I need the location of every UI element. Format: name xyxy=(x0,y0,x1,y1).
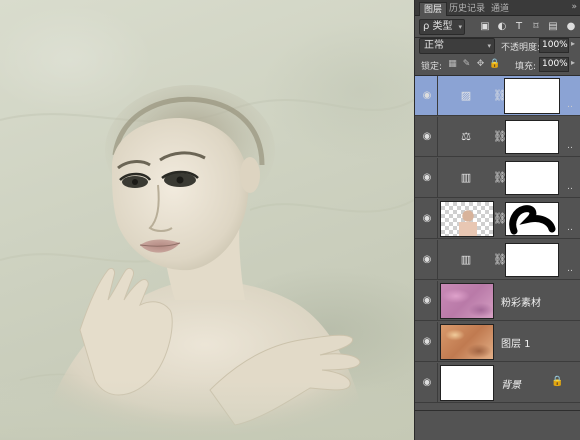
smart-object-filter-icon[interactable]: ▤ xyxy=(547,21,559,33)
more-icon: ‥ xyxy=(567,264,574,274)
eye-icon[interactable]: ◉ xyxy=(421,377,433,389)
panel-tabbar: 图层 历史记录 通道 » xyxy=(415,0,580,16)
mask-shape xyxy=(509,205,556,235)
image-filter-icon[interactable]: ▣ xyxy=(479,21,491,33)
chevron-down-icon: ▾ xyxy=(487,42,491,50)
filter-row: ρ 类型 ▾ ▣ ◐ T ⌑ ▤ ● xyxy=(415,17,580,37)
tab-history[interactable]: 历史记录 xyxy=(445,2,489,16)
chevron-down-icon: ▾ xyxy=(458,23,462,31)
eye-icon[interactable]: ◉ xyxy=(421,131,433,143)
layers-panel: 图层 历史记录 通道 » ρ 类型 ▾ ▣ ◐ T ⌑ ▤ ● 正常 ▾ 不透明… xyxy=(414,0,580,440)
layer-name: 图层 1 xyxy=(501,339,531,350)
portrait-artwork xyxy=(0,85,414,440)
divider xyxy=(437,281,438,321)
eye-icon[interactable]: ◉ xyxy=(421,172,433,184)
more-icon: ‥ xyxy=(567,182,574,192)
divider xyxy=(437,322,438,362)
divider xyxy=(437,117,438,157)
fill-dropdown-icon[interactable]: ▸ xyxy=(571,58,575,67)
tab-layers[interactable]: 图层 xyxy=(419,2,448,16)
document-canvas[interactable] xyxy=(0,0,414,440)
lock-position-icon[interactable]: ✥ xyxy=(475,59,486,70)
more-icon: ‥ xyxy=(567,100,574,110)
more-icon: ‥ xyxy=(567,223,574,233)
layer-thumbnail[interactable] xyxy=(440,283,494,319)
layer-levels[interactable]: ◉ ▥ ⛓ ‥ xyxy=(415,158,580,198)
panel-menu-icon[interactable]: » xyxy=(571,2,577,12)
lock-row: 锁定: ▦ ✎ ✥ 🔒 填充: 100% ▸ xyxy=(415,55,580,75)
layer-levels-2[interactable]: ◉ ▥ ⛓ ‥ xyxy=(415,240,580,280)
divider xyxy=(437,363,438,403)
layer-portrait[interactable]: ◉ ⛓ ‥ xyxy=(415,199,580,239)
layer-1[interactable]: ◉ 图层 1 xyxy=(415,322,580,362)
lock-icon: 🔒 xyxy=(551,376,564,387)
layer-name: 粉彩素材 xyxy=(501,298,541,309)
opacity-label: 不透明度: xyxy=(501,43,541,53)
layer-mask-thumbnail[interactable] xyxy=(505,243,559,277)
opacity-input[interactable]: 100% xyxy=(539,38,569,53)
layer-thumbnail[interactable] xyxy=(440,365,494,401)
lock-transparent-pixels-icon[interactable]: ▦ xyxy=(447,59,458,70)
blend-mode-select[interactable]: 正常 ▾ xyxy=(419,38,495,54)
layer-mask-thumbnail[interactable] xyxy=(505,161,559,195)
color-balance-icon: ⚖ xyxy=(461,130,471,143)
layer-background[interactable]: ◉ 背景 🔒 xyxy=(415,363,580,403)
eye-icon[interactable]: ◉ xyxy=(421,213,433,225)
eye-icon[interactable]: ◉ xyxy=(421,254,433,266)
divider xyxy=(437,240,438,280)
filter-type-label: ρ 类型 xyxy=(423,21,453,32)
layer-color-balance[interactable]: ◉ ⚖ ⛓ ‥ xyxy=(415,117,580,157)
lock-all-icon[interactable]: 🔒 xyxy=(489,59,500,70)
opacity-dropdown-icon[interactable]: ▸ xyxy=(571,39,575,48)
divider xyxy=(437,76,438,116)
layer-thumbnail[interactable] xyxy=(440,201,494,237)
layer-gradient-map[interactable]: ◉ ▨ ⛓ ‥ xyxy=(415,76,580,116)
eye-icon[interactable]: ◉ xyxy=(421,295,433,307)
eye-icon[interactable]: ◉ xyxy=(421,90,433,102)
panel-bottom-bar xyxy=(415,410,580,440)
fill-input[interactable]: 100% xyxy=(539,57,569,72)
type-filter-icon[interactable]: T xyxy=(513,21,525,33)
filter-type-select[interactable]: ρ 类型 ▾ xyxy=(419,19,465,35)
tab-channels[interactable]: 通道 xyxy=(487,2,513,16)
lock-label: 锁定: xyxy=(421,62,443,72)
divider xyxy=(437,158,438,198)
fill-label: 填充: xyxy=(515,62,537,72)
adjustment-filter-icon[interactable]: ◐ xyxy=(496,21,508,33)
layer-mask-thumbnail[interactable] xyxy=(504,78,560,114)
blend-mode-value: 正常 xyxy=(424,40,444,51)
divider xyxy=(437,199,438,239)
filter-toggle-icon[interactable]: ● xyxy=(565,21,577,33)
layer-pastel-texture[interactable]: ◉ 粉彩素材 xyxy=(415,281,580,321)
lock-image-pixels-icon[interactable]: ✎ xyxy=(461,59,472,70)
more-icon: ‥ xyxy=(567,141,574,151)
shape-filter-icon[interactable]: ⌑ xyxy=(530,21,542,33)
eye-icon[interactable]: ◉ xyxy=(421,336,433,348)
layer-thumbnail[interactable] xyxy=(440,324,494,360)
levels-icon: ▥ xyxy=(460,253,472,266)
layers-list: ◉ ▨ ⛓ ‥ ◉ ⚖ ⛓ ‥ ◉ ▥ ⛓ ‥ ◉ ⛓ ‥ ◉ ▥ ⛓ ‥ ◉ … xyxy=(415,76,580,410)
levels-icon: ▥ xyxy=(460,171,472,184)
layer-mask-thumbnail[interactable] xyxy=(505,202,559,236)
blend-row: 正常 ▾ 不透明度: 100% ▸ xyxy=(415,36,580,56)
layer-name: 背景 xyxy=(501,380,521,391)
gradient-map-icon: ▨ xyxy=(460,89,472,102)
layer-mask-thumbnail[interactable] xyxy=(505,120,559,154)
